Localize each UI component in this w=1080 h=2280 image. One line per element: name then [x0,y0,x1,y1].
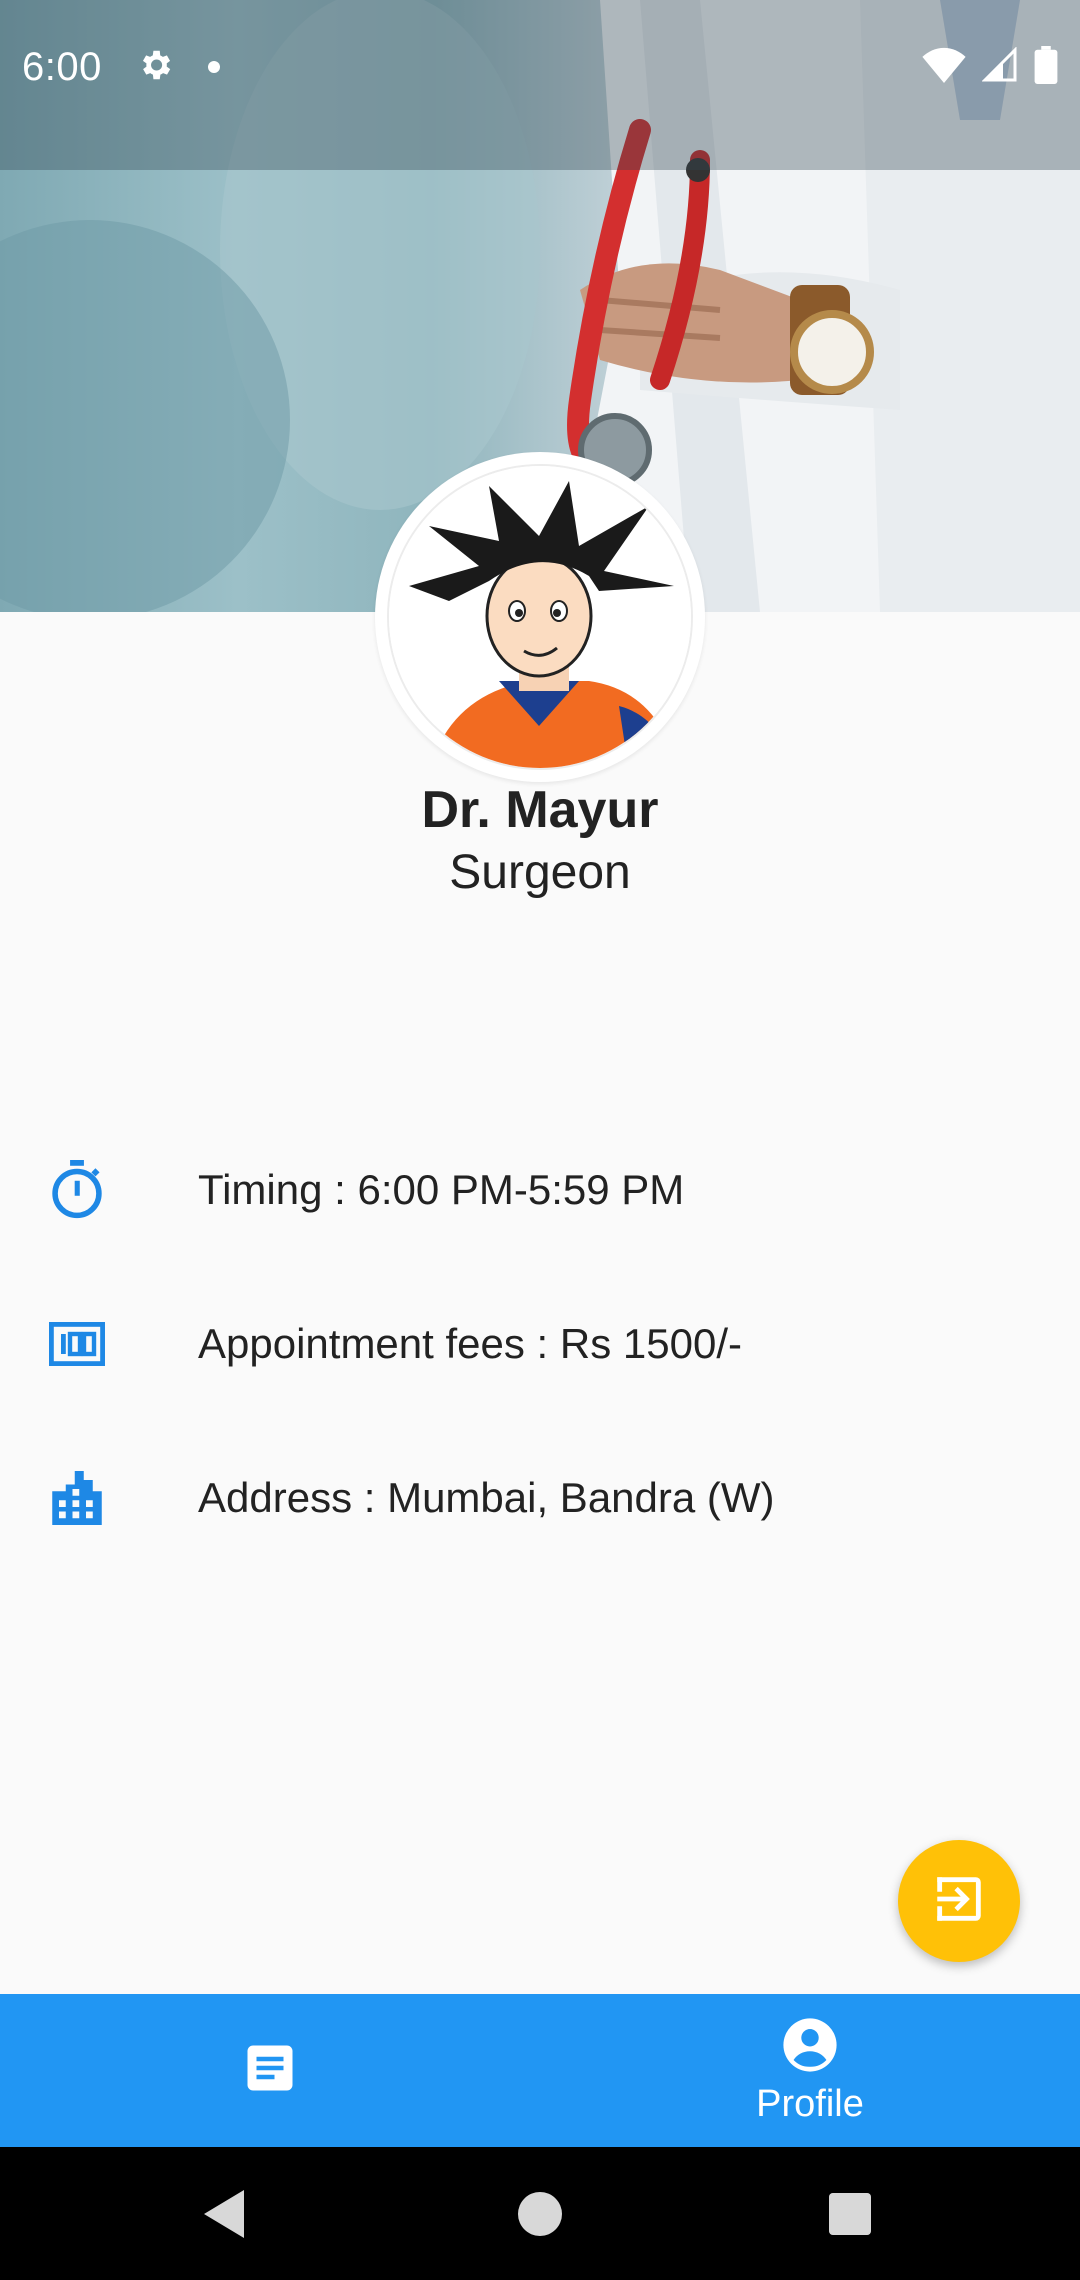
logout-icon [930,1870,988,1933]
fees-text: Appointment fees : Rs 1500/- [198,1320,742,1367]
bottom-navigation: Profile [0,1994,1080,2147]
profile-avatar [375,452,705,782]
timing-text: Timing : 6:00 PM-5:59 PM [198,1166,685,1213]
system-navigation-bar [0,2147,1080,2280]
notification-dot-icon [207,61,220,73]
info-row-fees: Appointment fees : Rs 1500/- [0,1294,1080,1394]
home-icon[interactable] [518,2147,562,2280]
money-icon [46,1313,108,1375]
doctor-profile-screen: 6:00 Dr. Mayur Surgeon Timing: 6:00 PM-… [0,0,1080,2280]
nav-item-articles[interactable] [0,1994,540,2147]
building-icon [46,1467,108,1529]
nav-label-profile: Profile [756,2082,864,2125]
recents-icon[interactable] [828,2147,872,2280]
doctor-name: Dr. Mayur [421,781,659,839]
timer-icon [46,1159,108,1221]
status-bar: 6:00 [0,0,1080,134]
cell-signal-icon [981,45,1018,88]
gear-icon [136,46,174,89]
doctor-specialty: Surgeon [449,846,631,899]
address-text: Address : Mumbai, Bandra (W) [198,1474,775,1521]
nav-item-profile[interactable]: Profile [540,1994,1080,2147]
avatar-illustration [389,466,691,768]
back-icon[interactable] [195,2147,255,2280]
wifi-icon [922,47,966,88]
info-row-timing: Timing : 6:00 PM-5:59 PM [0,1140,1080,1240]
status-time: 6:00 [22,44,102,89]
logout-fab[interactable] [898,1840,1020,1962]
account-circle-icon [781,2016,839,2079]
info-row-address: Address : Mumbai, Bandra (W) [0,1448,1080,1548]
battery-icon [1034,45,1058,89]
article-icon [243,2041,297,2100]
